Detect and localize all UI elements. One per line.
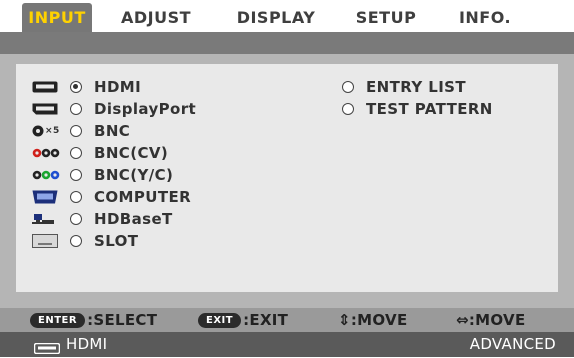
key-guide-bar: ENTER :SELECT EXIT :EXIT ⇕:MOVE ⇔:MOVE [0, 308, 574, 332]
radio-button-selected[interactable] [70, 81, 82, 93]
select-hint-label: :SELECT [87, 311, 158, 329]
hdbaset-icon [32, 212, 60, 226]
bnc-cv-icon [32, 146, 60, 160]
input-row-displayport[interactable]: DisplayPort [32, 98, 196, 120]
input-row-bnc-yc[interactable]: BNC(Y/C) [32, 164, 173, 186]
bnc-count-label: ×5 [45, 126, 60, 136]
radio-button[interactable] [342, 81, 354, 93]
exit-key-badge: EXIT [198, 312, 242, 328]
option-label: ENTRY LIST [366, 78, 467, 96]
input-label: BNC [94, 122, 131, 140]
move-vertical-hint: ⇕:MOVE [338, 311, 408, 329]
input-row-computer[interactable]: COMPUTER [32, 186, 191, 208]
input-label: BNC(CV) [94, 144, 169, 162]
input-row-hdbaset[interactable]: HDBaseT [32, 208, 173, 230]
input-label: COMPUTER [94, 188, 192, 206]
input-row-slot[interactable]: SLOT [32, 230, 138, 252]
select-hint: ENTER :SELECT [30, 308, 157, 332]
option-row-entry-list[interactable]: ENTRY LIST [342, 76, 466, 98]
input-row-bnc[interactable]: ×5 BNC [32, 120, 130, 142]
input-row-bnc-cv[interactable]: BNC(CV) [32, 142, 168, 164]
bnc-icon: ×5 [32, 124, 60, 138]
bnc-yc-icon [32, 168, 60, 182]
current-source-label: HDMI [66, 335, 108, 353]
radio-button[interactable] [70, 103, 82, 115]
input-label: DisplayPort [94, 100, 197, 118]
menu-tab-bar: INPUT ADJUST DISPLAY SETUP INFO. [0, 0, 574, 32]
tab-adjust[interactable]: ADJUST [112, 3, 200, 32]
slot-icon [32, 234, 60, 248]
computer-icon [32, 190, 60, 204]
menu-panel: HDMI DisplayPort ×5 BNC BNC(CV) BNC(Y/C)… [0, 54, 574, 308]
input-row-hdmi[interactable]: HDMI [32, 76, 141, 98]
radio-button[interactable] [70, 213, 82, 225]
input-label: HDMI [94, 78, 142, 96]
menu-mode-label: ADVANCED [469, 335, 556, 353]
radio-button[interactable] [70, 147, 82, 159]
input-list-panel: HDMI DisplayPort ×5 BNC BNC(CV) BNC(Y/C)… [16, 64, 558, 292]
tab-setup[interactable]: SETUP [348, 3, 424, 32]
radio-button[interactable] [70, 191, 82, 203]
tab-input[interactable]: INPUT [22, 3, 92, 32]
tab-info[interactable]: INFO. [450, 3, 520, 32]
status-bar: HDMI ADVANCED [0, 332, 574, 357]
exit-hint: EXIT :EXIT [198, 308, 288, 332]
tab-display[interactable]: DISPLAY [228, 3, 324, 32]
radio-button[interactable] [70, 169, 82, 181]
radio-button[interactable] [342, 103, 354, 115]
move-horizontal-hint: ⇔:MOVE [456, 311, 526, 329]
enter-key-badge: ENTER [30, 312, 86, 328]
hdmi-icon [32, 80, 60, 94]
input-label: HDBaseT [94, 210, 173, 228]
radio-button[interactable] [70, 235, 82, 247]
hdmi-icon [33, 339, 61, 358]
displayport-icon [32, 102, 60, 116]
input-label: BNC(Y/C) [94, 166, 174, 184]
exit-hint-label: :EXIT [243, 311, 289, 329]
submenu-bar [0, 32, 574, 54]
radio-button[interactable] [70, 125, 82, 137]
option-label: TEST PATTERN [366, 100, 493, 118]
option-row-test-pattern[interactable]: TEST PATTERN [342, 98, 493, 120]
input-label: SLOT [94, 232, 139, 250]
